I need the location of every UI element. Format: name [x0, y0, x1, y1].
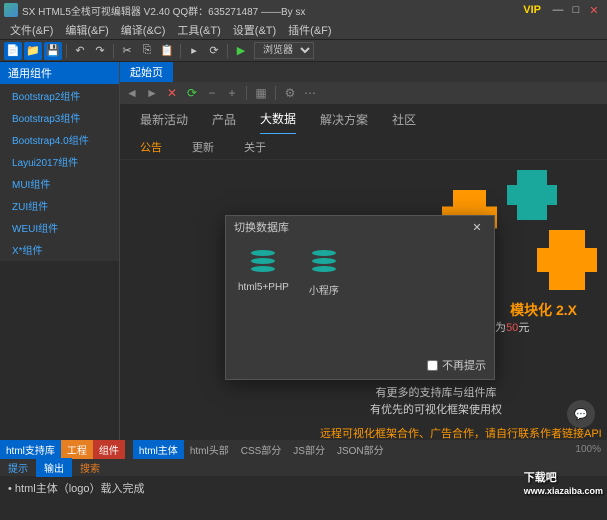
subnav-about[interactable]: 关于: [244, 139, 266, 155]
no-hint-checkbox[interactable]: [427, 360, 438, 371]
menu-compile[interactable]: 编译(&C): [115, 20, 172, 40]
no-hint-label: 不再提示: [442, 357, 486, 373]
redo-icon[interactable]: ↷: [91, 42, 109, 60]
db-option-html5php[interactable]: html5+PHP: [238, 250, 289, 297]
pointer-icon[interactable]: ▸: [185, 42, 203, 60]
subnav-notice[interactable]: 公告: [140, 139, 162, 155]
sub-nav: 公告 更新 关于: [120, 134, 607, 160]
log-panel: • html主体（logo）载入完成: [0, 476, 607, 520]
menu-plugins[interactable]: 插件(&F): [282, 20, 337, 40]
zoom-level: 100%: [569, 444, 607, 455]
toolbar: 📄 📁 💾 ↶ ↷ ✂ ⎘ 📋 ▸ ⟳ ▶ 浏览器: [0, 40, 607, 62]
save-icon[interactable]: 💾: [44, 42, 62, 60]
reload-icon[interactable]: ⟳: [184, 85, 200, 101]
nav-news[interactable]: 最新活动: [140, 105, 188, 134]
plus-icon[interactable]: +: [224, 85, 240, 101]
content-area: 起始页 ◄ ► ✕ ⟳ − + ▦ ⚙ ⋯ 最新活动 产品 大数据 解决方案 社…: [120, 62, 607, 440]
btab-json[interactable]: JSON部分: [331, 440, 390, 459]
sidebar-item-common[interactable]: 通用组件: [0, 62, 119, 85]
sidebar-item-zui[interactable]: ZUI组件: [0, 195, 119, 217]
bottom-tabs: html支持库 工程 组件 html主体 html头部 CSS部分 JS部分 J…: [0, 440, 607, 458]
btab-htmllib[interactable]: html支持库: [0, 440, 61, 459]
btab-component[interactable]: 组件: [93, 440, 125, 459]
sidebar-item-mui[interactable]: MUI组件: [0, 173, 119, 195]
contact-text: 远程可视化框架合作、广告合作，请自行联系作者链接API: [320, 425, 602, 440]
btab-css[interactable]: CSS部分: [235, 440, 288, 459]
db-option-miniprogram[interactable]: 小程序: [309, 250, 339, 297]
tab-start[interactable]: 起始页: [120, 62, 173, 82]
vip-badge: VIP: [523, 4, 541, 16]
sidebar-item-weui[interactable]: WEUI组件: [0, 217, 119, 239]
sidebar-item-bs2[interactable]: Bootstrap2组件: [0, 85, 119, 107]
menu-tools[interactable]: 工具(&T): [171, 20, 226, 40]
btab-project[interactable]: 工程: [61, 440, 93, 459]
puzzle-icon: [507, 170, 557, 220]
dialog-close-button[interactable]: ✕: [468, 218, 486, 236]
dialog-title: 切换数据库 ✕: [226, 216, 494, 238]
dev-icon[interactable]: ⚙: [282, 85, 298, 101]
tabbar: 起始页: [120, 62, 607, 82]
content-toolbar: ◄ ► ✕ ⟳ − + ▦ ⚙ ⋯: [120, 82, 607, 104]
puzzle-icon: [537, 230, 597, 290]
database-icon: [251, 250, 275, 278]
database-icon: [312, 250, 336, 278]
new-icon[interactable]: 📄: [4, 42, 22, 60]
log-tabs: 提示 输出 搜索: [0, 458, 607, 476]
run-icon[interactable]: ▶: [232, 42, 250, 60]
btab-htmlhead[interactable]: html头部: [184, 440, 235, 459]
sidebar-item-bs3[interactable]: Bootstrap3组件: [0, 107, 119, 129]
minus-icon[interactable]: −: [204, 85, 220, 101]
sidebar-item-x[interactable]: X*组件: [0, 239, 119, 261]
logtab-hint[interactable]: 提示: [0, 458, 36, 477]
grid-icon[interactable]: ▦: [253, 85, 269, 101]
copy-icon[interactable]: ⎘: [138, 42, 156, 60]
cut-icon[interactable]: ✂: [118, 42, 136, 60]
window-title: SX HTML5全栈可视编辑器 V2.40 QQ群：635271487 ——By…: [22, 3, 523, 18]
minimize-button[interactable]: —: [549, 2, 567, 18]
logtab-output[interactable]: 输出: [36, 458, 72, 477]
chat-button[interactable]: 💬: [567, 400, 595, 428]
menu-settings[interactable]: 设置(&T): [227, 20, 282, 40]
btab-htmlbody[interactable]: html主体: [133, 440, 184, 459]
nav-community[interactable]: 社区: [392, 105, 416, 134]
browser-select[interactable]: 浏览器: [254, 42, 314, 59]
titlebar: SX HTML5全栈可视编辑器 V2.40 QQ群：635271487 ——By…: [0, 0, 607, 20]
log-line: • html主体（logo）载入完成: [8, 480, 599, 496]
btab-js[interactable]: JS部分: [287, 440, 331, 459]
refresh-icon[interactable]: ⟳: [205, 42, 223, 60]
subnav-update[interactable]: 更新: [192, 139, 214, 155]
maximize-button[interactable]: □: [567, 2, 585, 18]
paste-icon[interactable]: 📋: [158, 42, 176, 60]
nav-bigdata[interactable]: 大数据: [260, 104, 296, 135]
nav-solution[interactable]: 解决方案: [320, 105, 368, 134]
sidebar-item-bs4[interactable]: Bootstrap4.0组件: [0, 129, 119, 151]
nav-product[interactable]: 产品: [212, 105, 236, 134]
open-icon[interactable]: 📁: [24, 42, 42, 60]
sidebar: 通用组件 Bootstrap2组件 Bootstrap3组件 Bootstrap…: [0, 62, 120, 440]
menubar: 文件(&F) 编辑(&F) 编译(&C) 工具(&T) 设置(&T) 插件(&F…: [0, 20, 607, 40]
canvas-area: 模块化 2.X 赞助作者吧。 赞助费用最低为50元 的新版本使用权 操作） 有更…: [120, 160, 607, 440]
back-icon[interactable]: ◄: [124, 85, 140, 101]
stop-icon[interactable]: ✕: [164, 85, 180, 101]
module-title: 模块化 2.X: [510, 300, 577, 320]
undo-icon[interactable]: ↶: [71, 42, 89, 60]
app-icon: [4, 3, 18, 17]
menu-file[interactable]: 文件(&F): [4, 20, 59, 40]
menu-edit[interactable]: 编辑(&F): [59, 20, 114, 40]
feature-text: 有更多的支持库与组件库 有优先的可视化框架使用权: [370, 385, 502, 418]
sidebar-item-layui[interactable]: Layui2017组件: [0, 151, 119, 173]
switch-db-dialog: 切换数据库 ✕ html5+PHP 小程序 不再提示: [225, 215, 495, 380]
forward-icon[interactable]: ►: [144, 85, 160, 101]
logtab-search[interactable]: 搜索: [72, 458, 108, 477]
page-nav: 最新活动 产品 大数据 解决方案 社区: [120, 104, 607, 134]
close-button[interactable]: ✕: [585, 2, 603, 18]
more-icon[interactable]: ⋯: [302, 85, 318, 101]
